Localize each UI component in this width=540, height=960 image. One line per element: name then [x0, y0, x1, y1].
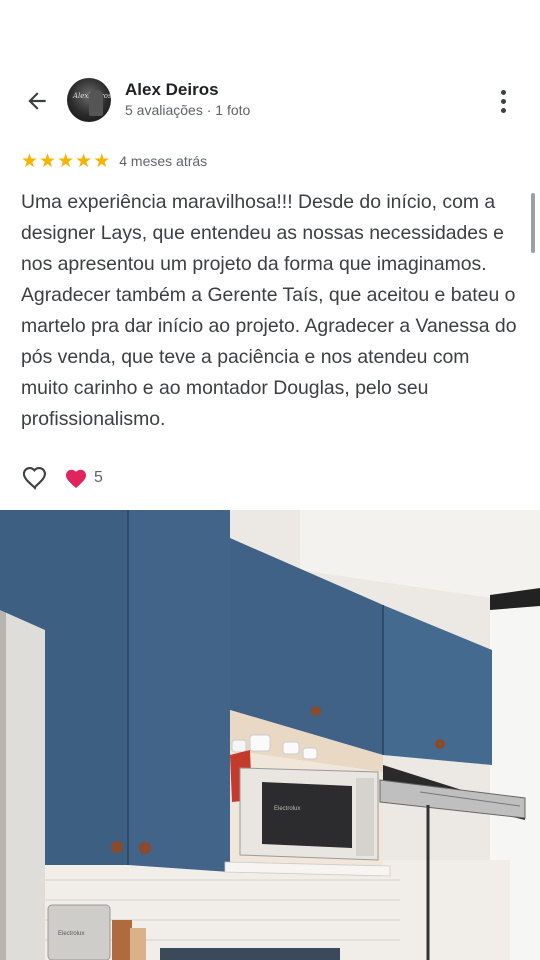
star-icon: ★ — [75, 149, 93, 172]
reaction-summary[interactable]: 5 — [64, 467, 103, 489]
star-icon: ★ — [93, 149, 111, 172]
review-header: AlexDeiros Alex Deiros 5 avaliações · 1 … — [0, 70, 540, 130]
back-button[interactable] — [20, 84, 54, 118]
reaction-count: 5 — [94, 469, 103, 486]
kitchen-photo-illustration: Electrolux Electrolux — [0, 510, 540, 960]
star-icon: ★ — [21, 149, 39, 172]
appliance-brand: Electrolux — [58, 931, 84, 937]
avatar[interactable]: AlexDeiros — [67, 78, 111, 122]
review-text: Uma experiência maravilhosa!!! Desde do … — [21, 191, 517, 430]
like-button[interactable] — [20, 463, 50, 493]
heart-outline-icon — [22, 467, 46, 490]
star-icon: ★ — [39, 149, 57, 172]
review-date: 4 meses atrás — [119, 153, 208, 169]
more-vert-icon — [500, 89, 506, 95]
microwave-brand: Electrolux — [274, 806, 300, 812]
star-icon: ★ — [57, 149, 75, 172]
more-options-button[interactable] — [490, 84, 516, 118]
reactions-row: 5 — [20, 462, 103, 494]
review-photo[interactable]: Electrolux Electrolux — [0, 510, 540, 960]
red-heart-icon — [66, 469, 86, 488]
avatar-figure — [89, 90, 103, 116]
rating-row: ★ ★ ★ ★ ★ 4 meses atrás — [21, 150, 207, 172]
scrollbar[interactable] — [531, 193, 535, 253]
reviewer-meta: 5 avaliações · 1 foto — [125, 102, 251, 118]
arrow-back-icon — [28, 92, 46, 110]
reviewer-name[interactable]: Alex Deiros — [125, 80, 219, 100]
star-rating: ★ ★ ★ ★ ★ — [21, 149, 111, 172]
